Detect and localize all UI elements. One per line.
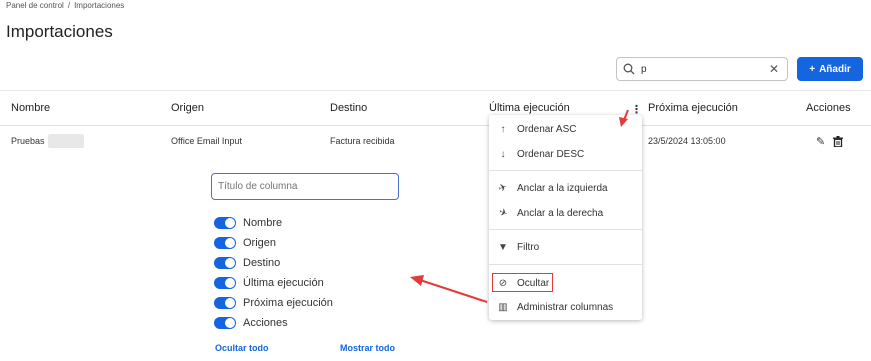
annotation-arrows <box>410 109 629 303</box>
